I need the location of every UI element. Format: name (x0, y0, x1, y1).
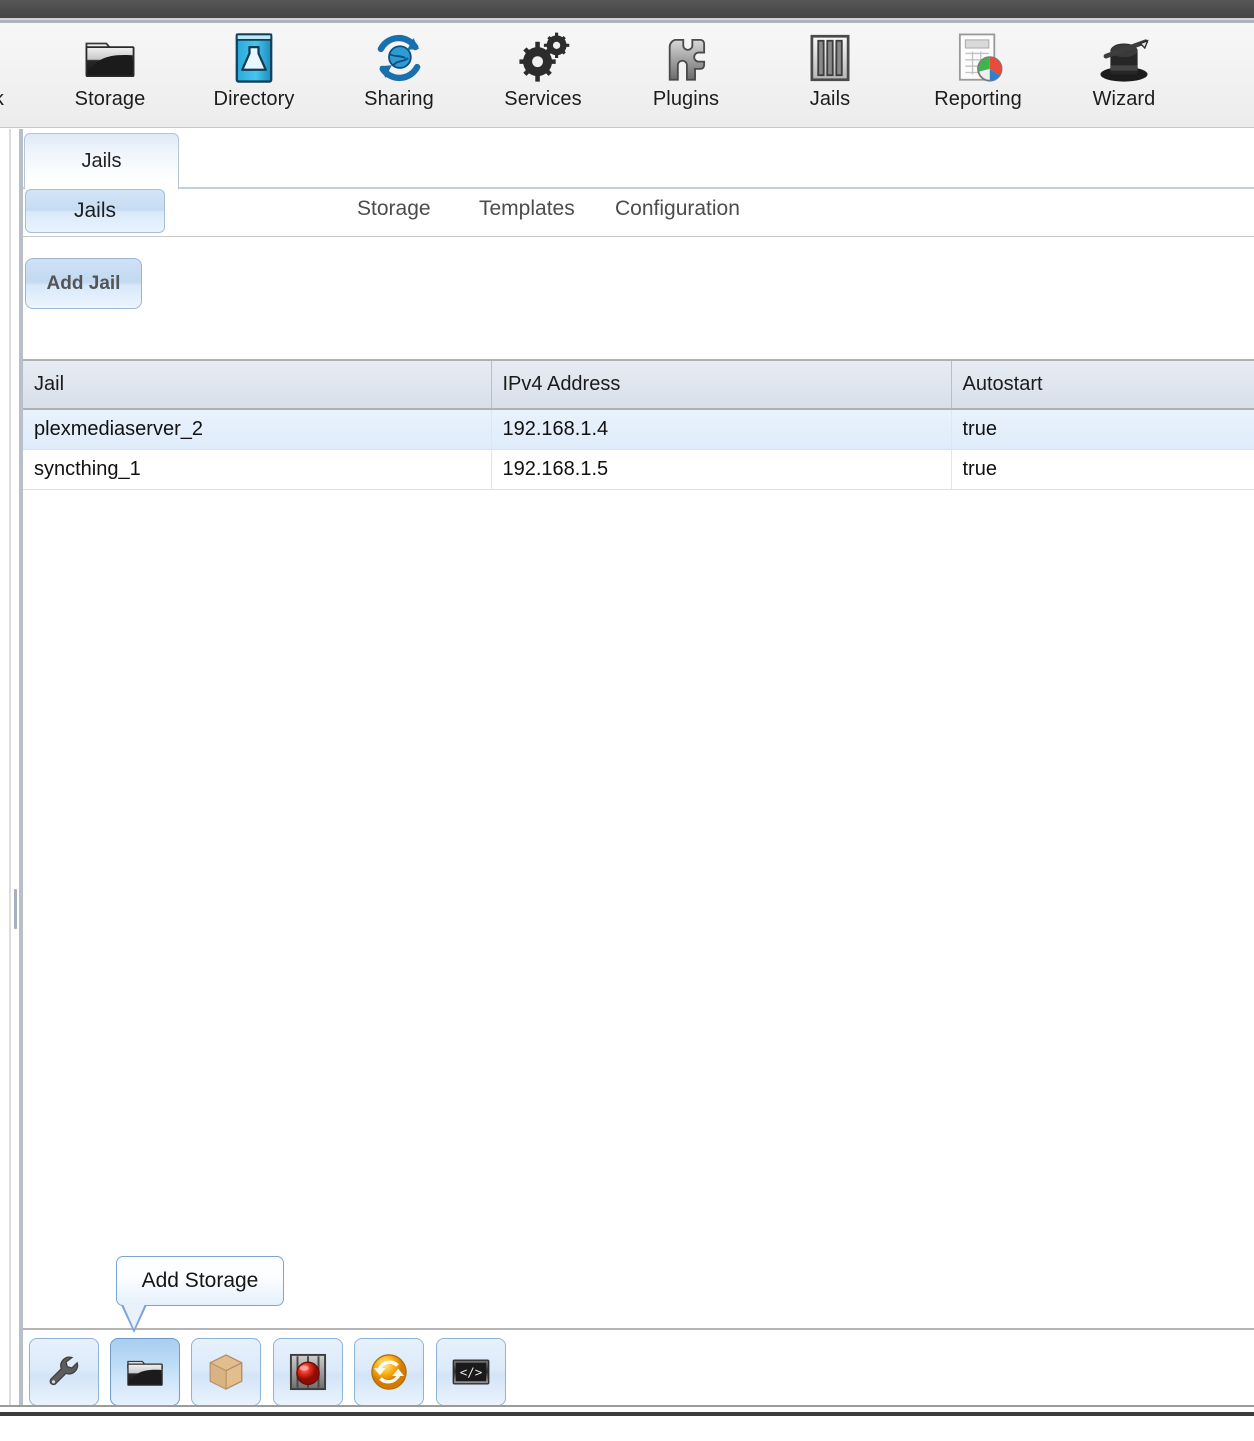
table-header-row: Jail IPv4 Address Autostart (23, 361, 1254, 410)
jails-subtab-bar: Jails Storage Templates Configuration (23, 189, 1254, 237)
left-splitter-column (0, 129, 24, 1407)
jails-action-bar: Add Jail (23, 237, 1254, 359)
splitter-line-outer (9, 129, 11, 1407)
tooltip-label: Add Storage (141, 1269, 259, 1292)
folder-icon (45, 29, 175, 87)
sharing-icon (334, 29, 464, 87)
table-row[interactable]: syncthing_1 192.168.1.5 true (23, 449, 1254, 490)
cell-jail: plexmediaserver_2 (23, 409, 492, 450)
nav-item-jails[interactable]: Jails (765, 29, 895, 111)
nav-item-services[interactable]: Services (478, 29, 608, 111)
column-header-ipv4[interactable]: IPv4 Address (491, 361, 952, 410)
jails-bottom-toolbar: </> (23, 1328, 1254, 1416)
nav-item-plugins[interactable]: Plugins (621, 29, 751, 111)
add-jail-button-label: Add Jail (46, 272, 121, 294)
nav-item-label: Plugins (652, 88, 720, 110)
subtab-storage[interactable]: Storage (357, 197, 431, 221)
wrench-icon (43, 1351, 85, 1393)
network-icon (0, 29, 4, 87)
restart-jail-button[interactable] (354, 1338, 424, 1406)
subtab-templates[interactable]: Templates (479, 197, 575, 221)
stop-icon (287, 1351, 329, 1393)
nav-item-sharing[interactable]: Sharing (334, 29, 464, 111)
nav-item-directory[interactable]: Directory (189, 29, 319, 111)
cell-autostart: true (951, 449, 1254, 490)
edit-jail-button[interactable] (29, 1338, 99, 1406)
services-icon (478, 29, 608, 87)
add-storage-tooltip: Add Storage (116, 1256, 284, 1306)
cell-ipv4: 192.168.1.5 (491, 449, 952, 490)
stop-jail-button[interactable] (273, 1338, 343, 1406)
jails-content-panel: Jails Jails Storage Templates Configuration… (23, 129, 1254, 1441)
nav-item-label: Directory (213, 88, 295, 110)
window-bottom-shadow (0, 1412, 1254, 1416)
folder-icon (124, 1351, 166, 1393)
svg-text:</>: </> (460, 1365, 483, 1380)
reporting-icon (913, 29, 1043, 87)
cell-autostart: true (951, 409, 1254, 450)
nav-item-reporting[interactable]: Reporting (913, 29, 1043, 111)
table-row[interactable]: plexmediaserver_2 192.168.1.4 true (23, 409, 1254, 450)
nav-item-list: k Storage Directory Sharing Services (0, 23, 1254, 127)
tab-jails[interactable]: Jails (24, 133, 179, 189)
plugins-icon (621, 29, 751, 87)
nav-item-label: Reporting (934, 88, 1022, 110)
add-storage-button[interactable] (110, 1338, 180, 1406)
shell-icon: </> (450, 1351, 492, 1393)
subtab-configuration[interactable]: Configuration (615, 197, 740, 221)
tab-jails-label: Jails (81, 150, 122, 172)
shell-button[interactable]: </> (436, 1338, 506, 1406)
nav-item-label: Services (504, 88, 582, 110)
tooltip-pointer-fill (123, 1304, 145, 1329)
subtab-jails[interactable]: Jails (25, 189, 165, 233)
jails-table: Jail IPv4 Address Autostart plexmediaser… (23, 361, 1254, 490)
nav-item-label: Jails (809, 88, 851, 110)
directory-icon (189, 29, 319, 87)
cell-ipv4: 192.168.1.4 (491, 409, 952, 450)
window-tab-strip: Jails (23, 129, 1254, 189)
nav-item-wizard[interactable]: Wizard (1059, 29, 1189, 111)
window-chrome-bar (0, 0, 1254, 18)
column-header-jail[interactable]: Jail (23, 361, 492, 410)
nav-item-storage[interactable]: Storage (45, 29, 175, 111)
subtab-label: Jails (73, 199, 116, 222)
package-icon (205, 1351, 247, 1393)
main-navigation-toolbar: k Storage Directory Sharing Services (0, 23, 1254, 128)
add-jail-button[interactable]: Add Jail (25, 258, 142, 309)
nav-item-label: Storage (74, 88, 146, 110)
wizard-icon (1059, 29, 1189, 87)
column-header-autostart[interactable]: Autostart (951, 361, 1254, 410)
nav-item-label: k (0, 87, 4, 111)
cell-jail: syncthing_1 (23, 449, 492, 490)
nav-item-label: Sharing (364, 88, 434, 110)
nav-item-label: Wizard (1092, 88, 1156, 110)
table-body: plexmediaserver_2 192.168.1.4 true syncthin… (23, 409, 1254, 490)
jails-icon (765, 29, 895, 87)
restart-icon (368, 1351, 410, 1393)
add-package-button[interactable] (191, 1338, 261, 1406)
splitter-grip-handle[interactable] (14, 889, 17, 929)
nav-item-network-clipped[interactable]: k (0, 29, 4, 111)
